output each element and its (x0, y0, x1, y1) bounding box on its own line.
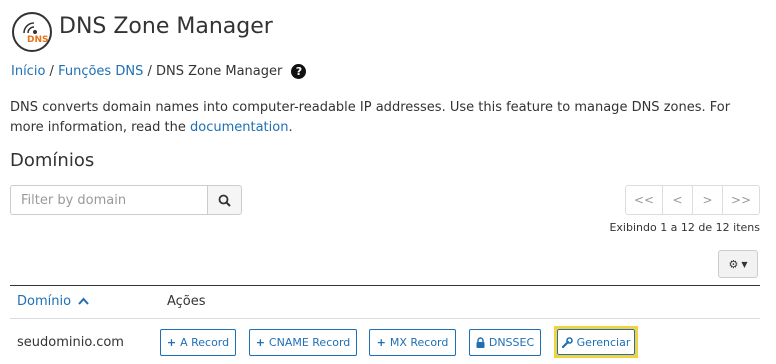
domains-heading: Domínios (10, 150, 95, 171)
table-header-divider (10, 285, 760, 286)
page-title: DNS Zone Manager (59, 14, 273, 39)
pager-last-button[interactable]: >> (722, 185, 760, 215)
breadcrumb-current: DNS Zone Manager (156, 64, 283, 79)
dns-logo-icon: DNS (12, 12, 52, 52)
manage-label: Gerenciar (576, 335, 631, 349)
add-cname-record-button[interactable]: + CNAME Record (249, 329, 357, 356)
lock-icon (476, 337, 485, 348)
column-header-domain[interactable]: Domínio (17, 294, 89, 309)
manage-button[interactable]: Gerenciar (557, 329, 635, 355)
plus-icon: + (376, 336, 386, 349)
breadcrumb-dns-functions-link[interactable]: Funções DNS (58, 64, 143, 79)
pager-prev-button[interactable]: < (662, 185, 693, 215)
breadcrumb-home-link[interactable]: Início (11, 64, 45, 79)
row-divider (10, 318, 760, 319)
documentation-link[interactable]: documentation (190, 120, 288, 135)
breadcrumb-separator: / (49, 64, 54, 79)
column-header-actions: Ações (167, 294, 206, 309)
search-button[interactable] (207, 185, 242, 215)
domain-name-cell: seudominio.com (17, 335, 124, 350)
add-a-record-button[interactable]: + A Record (160, 329, 236, 356)
wrench-icon (561, 336, 573, 348)
column-header-domain-label: Domínio (17, 294, 72, 309)
table-settings-button[interactable]: ⚙ ▼ (718, 250, 758, 278)
pagination-status: Exibindo 1 a 12 de 12 itens (609, 221, 760, 234)
add-mx-record-label: MX Record (389, 336, 449, 349)
add-cname-record-label: CNAME Record (268, 336, 351, 349)
description-text: DNS converts domain names into computer-… (10, 100, 731, 135)
domain-filter-input[interactable] (10, 185, 208, 215)
dnssec-label: DNSSEC (488, 336, 535, 349)
pager-first-button[interactable]: << (625, 185, 663, 215)
breadcrumb: Início / Funções DNS / DNS Zone Manager … (11, 64, 307, 79)
caret-down-icon: ▼ (741, 259, 748, 269)
logo-text: DNS (27, 35, 49, 45)
add-a-record-label: A Record (180, 336, 230, 349)
add-mx-record-button[interactable]: + MX Record (369, 329, 456, 356)
gear-icon: ⚙ (728, 257, 739, 271)
plus-icon: + (166, 336, 177, 349)
help-icon[interactable]: ? (291, 64, 307, 79)
pager-next-button[interactable]: > (692, 185, 723, 215)
dnssec-button[interactable]: DNSSEC (469, 329, 541, 356)
page-description: DNS converts domain names into computer-… (10, 98, 760, 138)
description-period: . (288, 120, 293, 135)
satellite-icon (23, 22, 37, 34)
sort-ascending-icon (78, 297, 89, 305)
search-icon (218, 194, 231, 207)
breadcrumb-separator: / (147, 64, 152, 79)
plus-icon: + (255, 336, 265, 349)
